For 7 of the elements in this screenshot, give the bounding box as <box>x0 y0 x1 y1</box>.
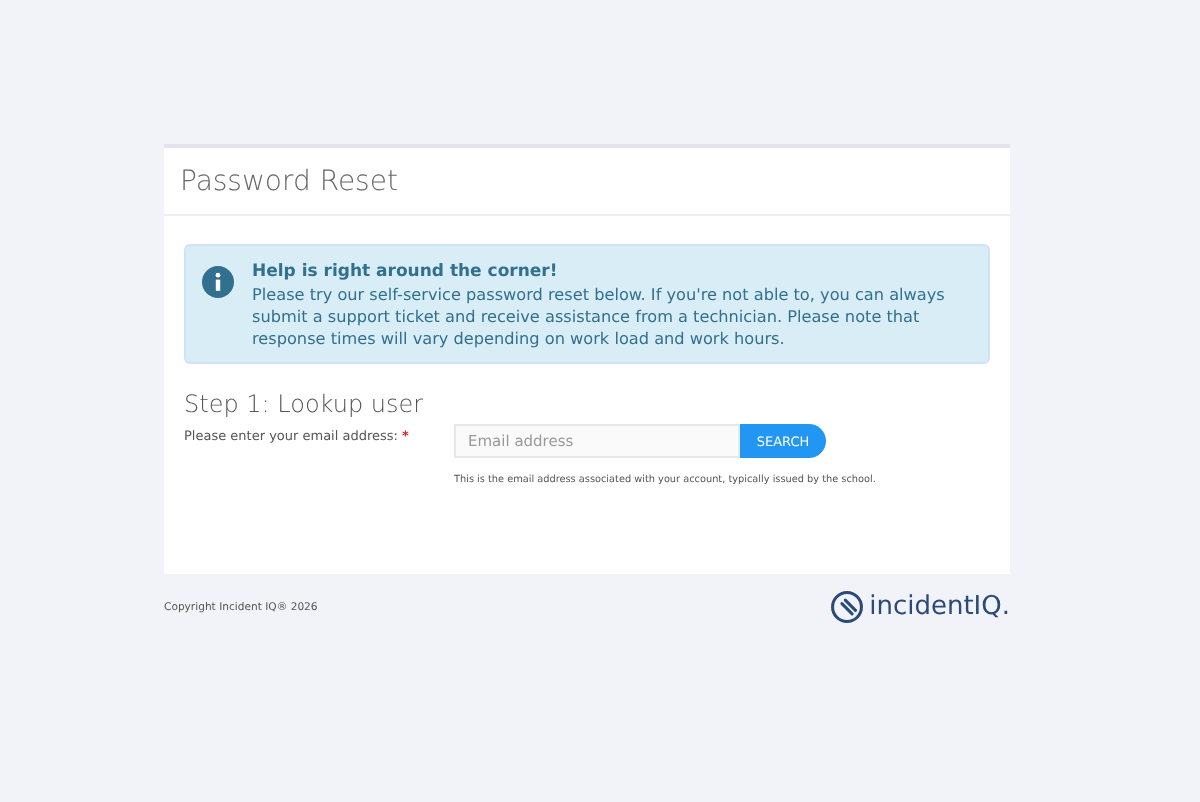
logo-icon <box>829 590 864 624</box>
step-title: Step 1: Lookup user <box>184 390 426 418</box>
page-title: Password Reset <box>180 165 398 197</box>
logo-text: incidentIQ. <box>869 592 1010 622</box>
alert-message: Please try our self-service password reset below. If you're not able to, you can always submit a support ticket and receive assistance from a technician. Please note that response times will vary depending on work load and work hours. <box>252 284 947 350</box>
alert-heading: Help is right around the corner! <box>252 262 560 284</box>
info-icon <box>202 266 234 298</box>
